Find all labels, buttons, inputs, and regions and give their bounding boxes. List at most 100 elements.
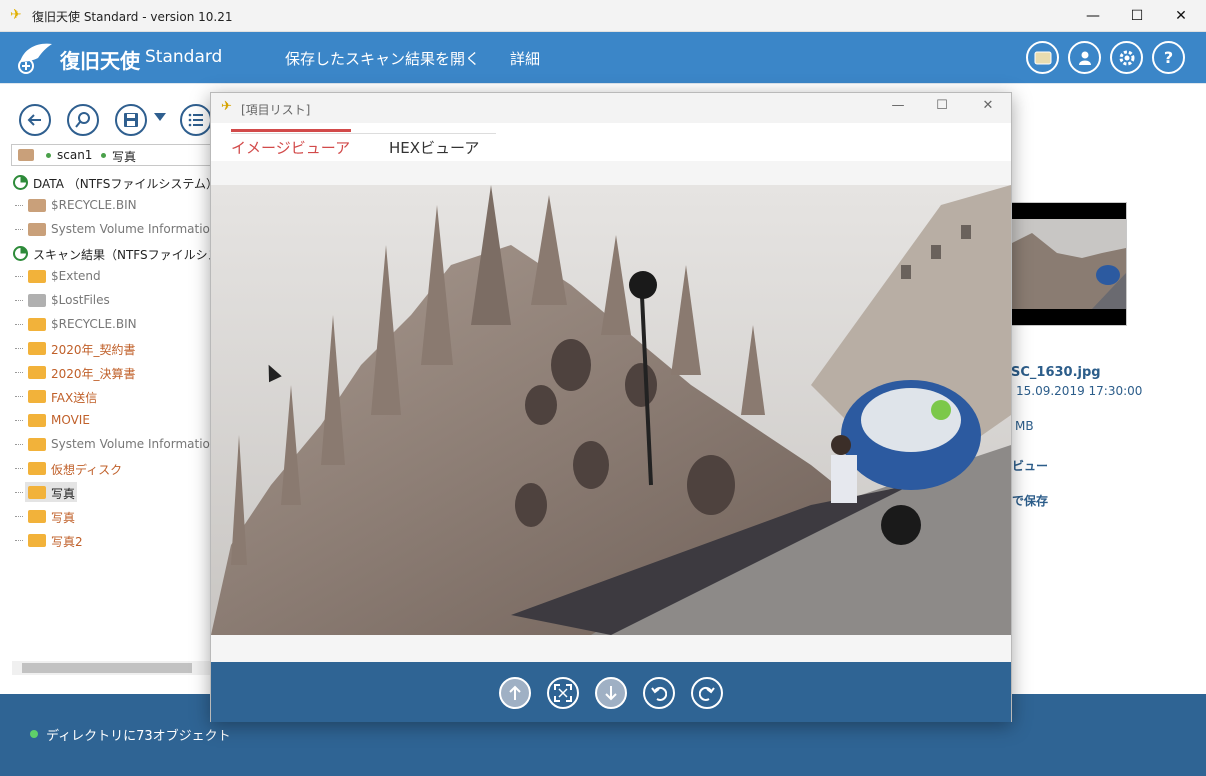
breadcrumb-photos[interactable]: 写真: [112, 148, 136, 165]
tree-item[interactable]: 2020年_決算書: [0, 360, 230, 384]
crumb-dot: [46, 153, 51, 158]
help-icon[interactable]: ?: [1152, 41, 1185, 74]
down-arrow-icon: [605, 686, 617, 701]
tree-item-label: $RECYCLE.BIN: [51, 317, 137, 331]
tree-connector: [15, 420, 23, 421]
app-wing-icon: ✈: [221, 99, 232, 114]
tree-item-label: System Volume Information: [51, 437, 218, 451]
menu-details[interactable]: 詳細: [510, 48, 540, 69]
search-button[interactable]: [67, 104, 99, 136]
tree-horizontal-scrollbar[interactable]: [12, 661, 212, 675]
up-arrow-icon: [509, 685, 521, 700]
previous-image-button[interactable]: [499, 677, 531, 709]
item-list-window: ✈ [項目リスト] — ☐ ✕ イメージビューア HEXビューア: [210, 92, 1012, 722]
popup-minimize-button[interactable]: —: [883, 98, 913, 118]
tree-item-label: $LostFiles: [51, 293, 110, 307]
user-icon[interactable]: [1068, 41, 1101, 74]
search-icon: [75, 112, 90, 128]
tree-connector: [15, 444, 23, 445]
image-viewer[interactable]: [211, 185, 1011, 635]
folder-icon: [28, 366, 46, 379]
tree-connector: [15, 300, 23, 301]
tree-item[interactable]: $RECYCLE.BIN: [0, 193, 230, 217]
tree-item[interactable]: MOVIE: [0, 408, 230, 432]
list-icon[interactable]: [1026, 41, 1059, 74]
tree-connector: [15, 205, 23, 206]
gear-icon[interactable]: [1110, 41, 1143, 74]
title-bar: ✈ 復旧天使 Standard - version 10.21 — ☐ ✕: [0, 0, 1206, 32]
file-name: SC_1630.jpg: [1011, 365, 1101, 380]
tree-item[interactable]: 写真: [0, 504, 230, 528]
file-size-unit: MB: [1015, 419, 1034, 433]
minimize-button[interactable]: —: [1070, 0, 1116, 32]
tree-item[interactable]: 2020年_契約書: [0, 336, 230, 360]
tree-item[interactable]: FAX送信: [0, 384, 230, 408]
drive-icon: [13, 246, 28, 261]
save-link[interactable]: で保存: [1012, 492, 1048, 509]
tab-image-viewer[interactable]: イメージビューア: [231, 137, 350, 158]
tree-connector: [15, 372, 23, 373]
app-header: 復旧天使 Standard 保存したスキャン結果を開く 詳細 ?: [0, 32, 1206, 83]
tab-hex-viewer[interactable]: HEXビューア: [389, 137, 479, 158]
folder-icon: [28, 438, 46, 451]
rotate-left-button[interactable]: [643, 677, 675, 709]
tree-item-label: 2020年_決算書: [51, 367, 136, 381]
tree-connector: [15, 468, 23, 469]
popup-title: [項目リスト]: [241, 103, 311, 117]
viewer-tabs: イメージビューア HEXビューア: [211, 123, 1011, 161]
maximize-button[interactable]: ☐: [1114, 0, 1160, 32]
tree-item[interactable]: System Volume Information: [0, 217, 230, 241]
scrollbar-thumb[interactable]: [22, 663, 192, 673]
header-divider: [0, 83, 1206, 91]
tabs-divider: [231, 133, 496, 134]
tree-item-label: 写真: [51, 511, 76, 525]
menu-open-scan[interactable]: 保存したスキャン結果を開く: [285, 48, 480, 69]
folder-icon: [28, 486, 46, 499]
folder-icon: [28, 318, 46, 331]
folder-icon: [28, 199, 46, 212]
folder-icon: [28, 270, 46, 283]
list-icon: [188, 113, 203, 127]
cathedral-photo: [211, 185, 1011, 635]
preview-link[interactable]: ビュー: [1012, 457, 1048, 474]
tree-item-label: 写真2: [51, 535, 83, 549]
close-button[interactable]: ✕: [1158, 0, 1204, 32]
tree-drive-scan[interactable]: スキャン結果（NTFSファイルシステム）: [0, 241, 255, 265]
save-button[interactable]: [115, 104, 147, 136]
popup-close-button[interactable]: ✕: [973, 98, 1003, 118]
app-wing-icon: ✈: [10, 7, 22, 23]
tree-item[interactable]: $RECYCLE.BIN: [0, 312, 230, 336]
next-image-button[interactable]: [595, 677, 627, 709]
app-logo-icon: [18, 43, 52, 74]
back-button[interactable]: [19, 104, 51, 136]
tree-item[interactable]: 仮想ディスク: [0, 456, 230, 480]
tree-item[interactable]: 写真2: [0, 528, 230, 552]
save-dropdown-arrow[interactable]: [154, 113, 166, 121]
preview-thumbnail[interactable]: [1012, 203, 1126, 325]
brand-name: 復旧天使: [60, 49, 140, 73]
tree-item[interactable]: $Extend: [0, 264, 230, 288]
folder-icon: [28, 342, 46, 355]
brand-edition: Standard: [145, 47, 223, 67]
status-text: ディレクトリに73オブジェクト: [46, 729, 231, 744]
tree-item-label: FAX送信: [51, 391, 98, 405]
breadcrumb: scan1 写真: [11, 144, 221, 166]
active-tab-indicator: [231, 129, 351, 132]
breadcrumb-scan1[interactable]: scan1: [57, 148, 92, 162]
rotate-right-button[interactable]: [691, 677, 723, 709]
fit-screen-button[interactable]: [547, 677, 579, 709]
folder-icon: [28, 534, 46, 547]
tree-drive-data[interactable]: DATA （NTFSファイルシステム）: [0, 170, 230, 194]
drive-icon: [13, 175, 28, 190]
tree-item-selected[interactable]: 写真: [0, 480, 230, 504]
tree-connector: [15, 540, 23, 541]
tree-item-label: 仮想ディスク: [51, 463, 123, 477]
tree-item[interactable]: $LostFiles: [0, 288, 230, 312]
tree-connector: [15, 229, 23, 230]
folder-icon: [28, 390, 46, 403]
tree-item[interactable]: System Volume Information: [0, 432, 230, 456]
popup-maximize-button[interactable]: ☐: [927, 98, 957, 118]
folder-icon: [18, 149, 34, 161]
tree-item-label: System Volume Information: [51, 222, 218, 236]
list-view-button[interactable]: [180, 104, 212, 136]
